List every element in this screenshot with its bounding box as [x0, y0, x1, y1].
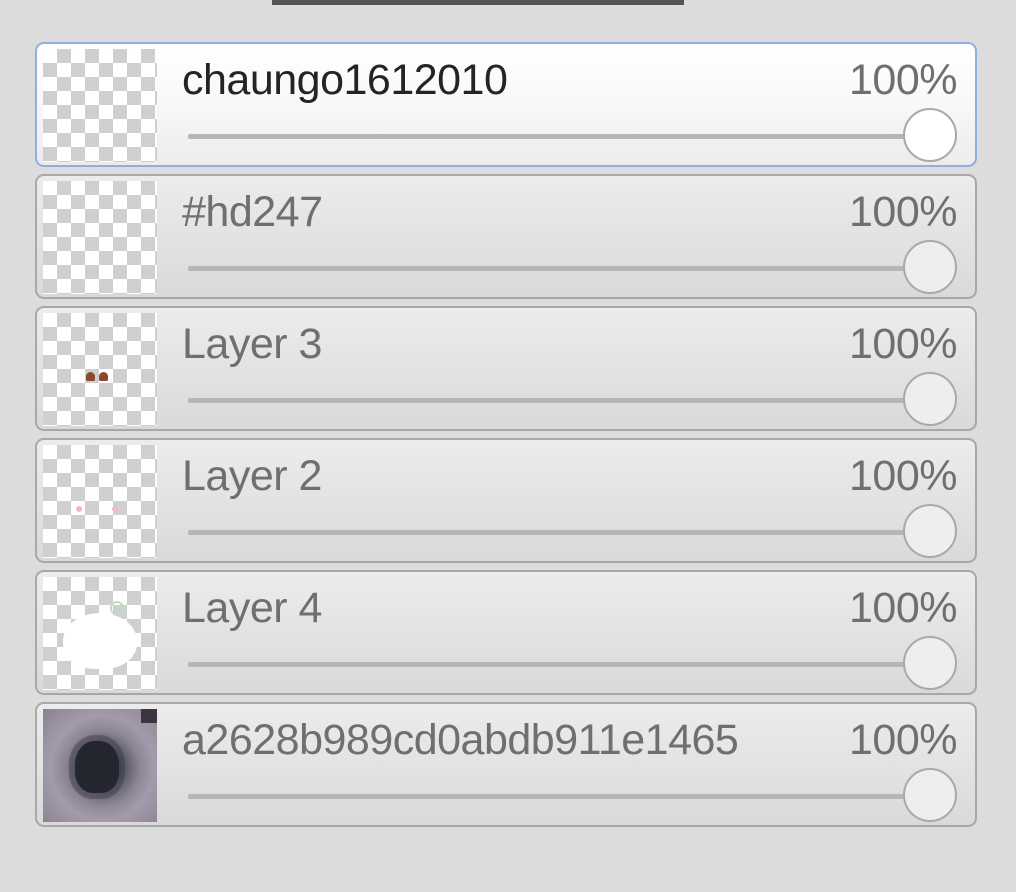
layer-name: #hd247: [182, 188, 323, 236]
layer-item-layer-3[interactable]: Layer 3 100%: [35, 306, 977, 431]
opacity-slider-thumb[interactable]: [903, 768, 957, 822]
layer-opacity-value: 100%: [849, 56, 957, 104]
layer-item-layer-4[interactable]: Layer 4 100%: [35, 570, 977, 695]
layer-opacity-value: 100%: [849, 452, 957, 500]
layer-opacity-value: 100%: [849, 320, 957, 368]
panel-top-bar: [272, 0, 684, 5]
layer-opacity-value: 100%: [849, 716, 957, 764]
layers-list: chaungo1612010 100% #hd247 100% Layer 3 …: [35, 42, 977, 834]
layer-opacity-value: 100%: [849, 584, 957, 632]
white-shape-icon: [63, 613, 137, 669]
opacity-slider-track[interactable]: [188, 530, 925, 535]
opacity-slider-thumb[interactable]: [903, 372, 957, 426]
layer-thumbnail: [43, 577, 157, 690]
photo-object-icon: [75, 741, 119, 793]
opacity-slider-thumb[interactable]: [903, 504, 957, 558]
layer-name: a2628b989cd0abdb911e1465: [182, 716, 739, 764]
opacity-slider-track[interactable]: [188, 266, 925, 271]
layer-thumbnail: [43, 313, 157, 426]
panel-right-edge: [1016, 0, 1024, 892]
opacity-slider-thumb[interactable]: [903, 240, 957, 294]
opacity-slider-track[interactable]: [188, 794, 925, 799]
layer-item-chaungo1612010[interactable]: chaungo1612010 100%: [35, 42, 977, 167]
layer-name: chaungo1612010: [182, 56, 508, 104]
layer-item-hd247[interactable]: #hd247 100%: [35, 174, 977, 299]
green-stroke-icon: [110, 601, 124, 615]
opacity-slider-track[interactable]: [188, 662, 925, 667]
brown-marks-icon: [86, 372, 111, 382]
layer-name: Layer 4: [182, 584, 322, 632]
opacity-slider-thumb[interactable]: [903, 636, 957, 690]
photo-thumbnail: [43, 709, 157, 822]
layer-thumbnail: [43, 181, 157, 294]
opacity-slider-track[interactable]: [188, 134, 925, 139]
layer-opacity-value: 100%: [849, 188, 957, 236]
opacity-slider-thumb[interactable]: [903, 108, 957, 162]
layer-name: Layer 3: [182, 320, 322, 368]
layer-thumbnail: [43, 49, 157, 162]
layer-item-layer-2[interactable]: Layer 2 100%: [35, 438, 977, 563]
photo-corner-icon: [141, 709, 157, 723]
layer-name: Layer 2: [182, 452, 322, 500]
opacity-slider-track[interactable]: [188, 398, 925, 403]
pink-marks-icon: [76, 506, 124, 514]
layer-thumbnail: [43, 445, 157, 558]
layer-item-photo[interactable]: a2628b989cd0abdb911e1465 100%: [35, 702, 977, 827]
